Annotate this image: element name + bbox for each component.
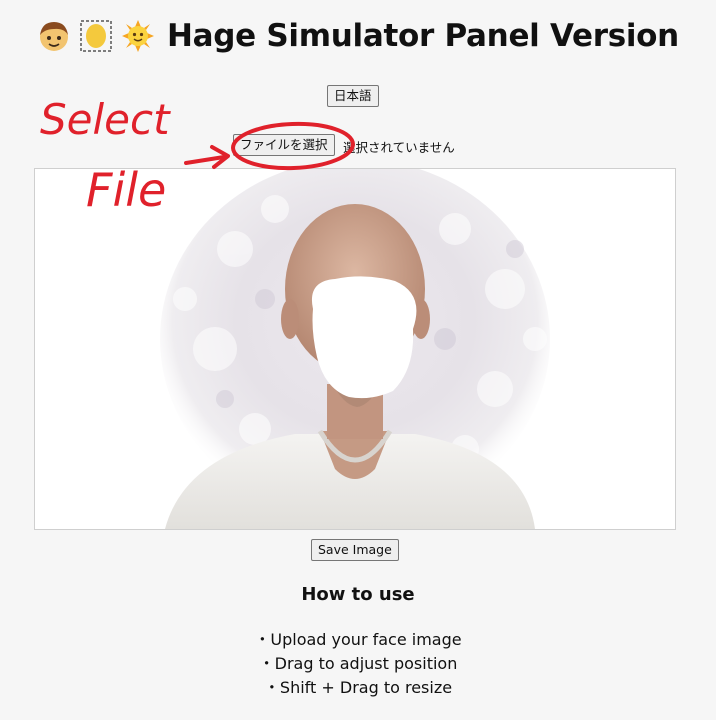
page-title: Hage Simulator Panel Version (167, 18, 679, 54)
file-select-button[interactable]: ファイルを選択 (233, 134, 335, 156)
preview-canvas[interactable] (34, 168, 676, 530)
sun-face-icon (122, 20, 155, 52)
howto-item: ・Upload your face image (254, 630, 462, 649)
annotation-arrow-head (210, 145, 230, 169)
page-header: Hage Simulator Panel Version (0, 18, 716, 54)
file-status-text: 選択されていません (343, 140, 455, 155)
language-toggle-button[interactable]: 日本語 (327, 85, 379, 107)
howto-title: How to use (301, 584, 415, 605)
annotation-arrow-shaft (184, 155, 226, 165)
bald-panel-image (160, 169, 550, 529)
annotation-text-select: Select (40, 95, 171, 144)
save-image-button[interactable]: Save Image (311, 539, 399, 561)
boy-face-icon (40, 22, 69, 51)
howto-item: ・Drag to adjust position (258, 654, 458, 673)
bald-head-dashed-icon (80, 20, 112, 52)
howto-item: ・Shift + Drag to resize (263, 678, 453, 697)
howto-list: ・Upload your face image ・Drag to adjust … (0, 628, 716, 700)
